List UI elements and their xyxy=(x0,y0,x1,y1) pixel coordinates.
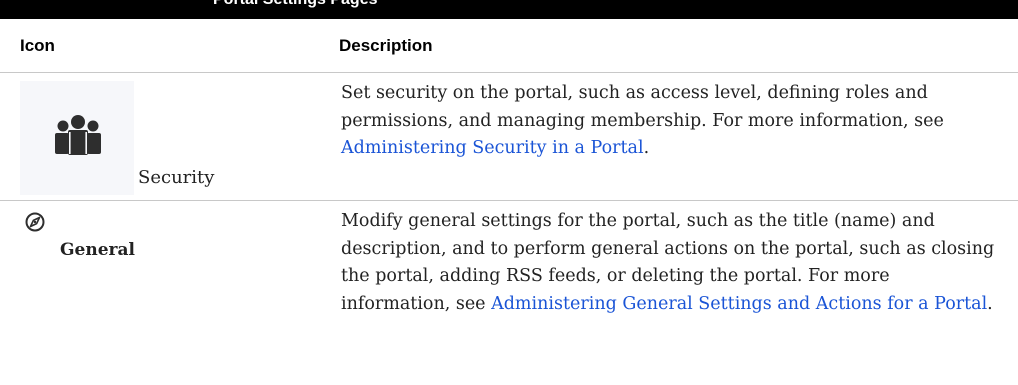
security-description-text: Set security on the portal, such as acce… xyxy=(341,83,944,131)
general-help-link[interactable]: Administering General Settings and Actio… xyxy=(491,294,987,314)
column-header-icon: Icon xyxy=(20,36,55,55)
security-description: Set security on the portal, such as acce… xyxy=(341,80,1001,163)
security-description-end: . xyxy=(643,138,650,158)
table-header: Icon Description xyxy=(0,19,1018,73)
table-row-security: Security Set security on the portal, suc… xyxy=(0,73,1018,201)
general-label: General xyxy=(60,240,135,260)
table-row-general: General Modify general settings for the … xyxy=(0,201,1018,385)
security-icon-tile xyxy=(20,81,134,195)
compass-icon xyxy=(25,212,45,232)
security-people-icon xyxy=(55,115,101,155)
security-help-link[interactable]: Administering Security in a Portal xyxy=(341,138,644,158)
column-header-description: Description xyxy=(339,36,433,55)
page-heading: Portal Settings Pages xyxy=(213,0,378,9)
general-description: Modify general settings for the portal, … xyxy=(341,208,1001,318)
general-description-end: . xyxy=(987,293,993,314)
security-label: Security xyxy=(138,167,215,188)
top-bar: Portal Settings Pages xyxy=(0,0,1018,19)
